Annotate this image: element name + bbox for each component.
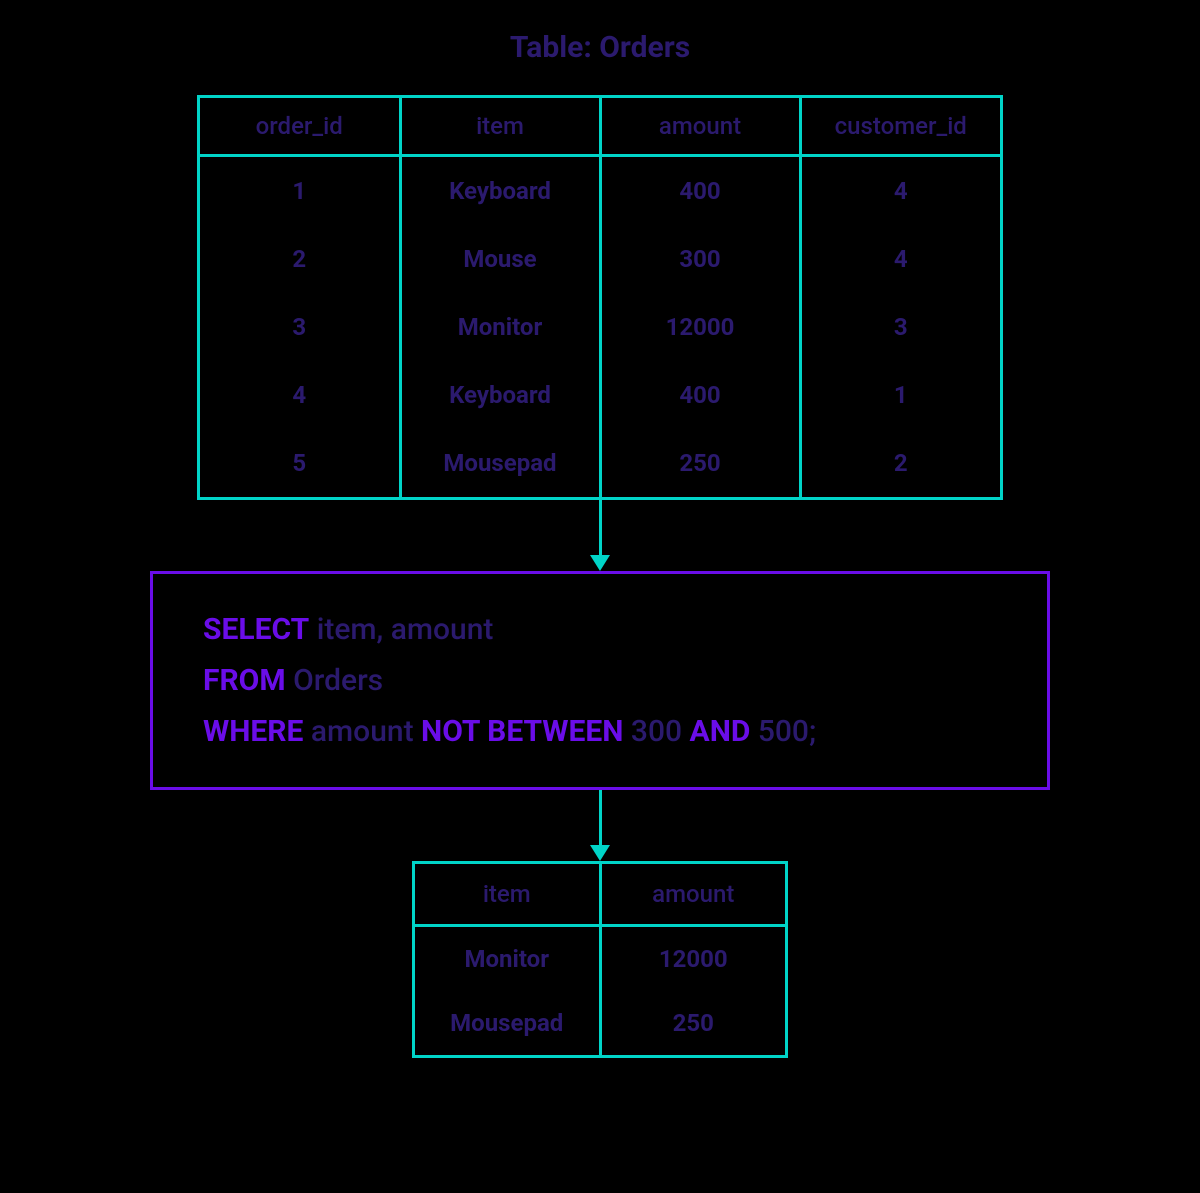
cell: 1 [200,156,400,226]
from-table: Orders [286,663,383,698]
kw-from: FROM [203,663,286,698]
where-col: amount [303,714,421,749]
cell: Mouse [400,225,600,293]
res-col-amount: amount [600,864,785,926]
col-amount: amount [600,98,800,156]
result-header-row: item amount [415,864,785,926]
table-row: Monitor 12000 [415,926,785,992]
cell: Mousepad [400,429,600,497]
table-row: 1 Keyboard 400 4 [200,156,1000,226]
table-row: 2 Mouse 300 4 [200,225,1000,293]
cell: 1 [800,361,1000,429]
arrow-down-icon [590,500,610,571]
res-col-item: item [415,864,600,926]
cell: 400 [600,156,800,226]
kw-select: SELECT [203,612,309,647]
table-row: 3 Monitor 12000 3 [200,293,1000,361]
cell: 250 [600,991,785,1055]
orders-table-wrap: order_id item amount customer_id 1 Keybo… [197,95,1003,500]
cell: 300 [600,225,800,293]
cell: 12000 [600,926,785,992]
cell: Keyboard [400,156,600,226]
cell: 2 [800,429,1000,497]
diagram-container: Table: Orders order_id item amount custo… [0,0,1200,1193]
orders-header-row: order_id item amount customer_id [200,98,1000,156]
sql-line-1: SELECT item, amount [203,604,997,655]
cell: 4 [800,225,1000,293]
cell: 3 [800,293,1000,361]
cell: Mousepad [415,991,600,1055]
val2: 500; [750,714,816,749]
cell: Monitor [415,926,600,992]
table-row: 5 Mousepad 250 2 [200,429,1000,497]
result-table: item amount Monitor 12000 Mousepad 250 [415,864,785,1055]
sql-query-box: SELECT item, amount FROM Orders WHERE am… [150,571,1050,790]
cell: 4 [800,156,1000,226]
kw-and: AND [690,714,751,749]
orders-table: order_id item amount customer_id 1 Keybo… [200,98,1000,497]
cell: 250 [600,429,800,497]
table-title: Table: Orders [510,30,690,65]
col-item: item [400,98,600,156]
kw-not-between: NOT BETWEEN [421,714,623,749]
val1: 300 [623,714,689,749]
arrow-down-icon [590,790,610,861]
sql-line-2: FROM Orders [203,655,997,706]
col-order-id: order_id [200,98,400,156]
cell: Monitor [400,293,600,361]
kw-where: WHERE [203,714,303,749]
select-cols: item, amount [309,612,493,647]
cell: 2 [200,225,400,293]
cell: Keyboard [400,361,600,429]
cell: 400 [600,361,800,429]
cell: 12000 [600,293,800,361]
table-row: 4 Keyboard 400 1 [200,361,1000,429]
col-customer-id: customer_id [800,98,1000,156]
cell: 3 [200,293,400,361]
table-row: Mousepad 250 [415,991,785,1055]
cell: 5 [200,429,400,497]
sql-line-3: WHERE amount NOT BETWEEN 300 AND 500; [203,706,997,757]
result-table-wrap: item amount Monitor 12000 Mousepad 250 [412,861,788,1058]
cell: 4 [200,361,400,429]
